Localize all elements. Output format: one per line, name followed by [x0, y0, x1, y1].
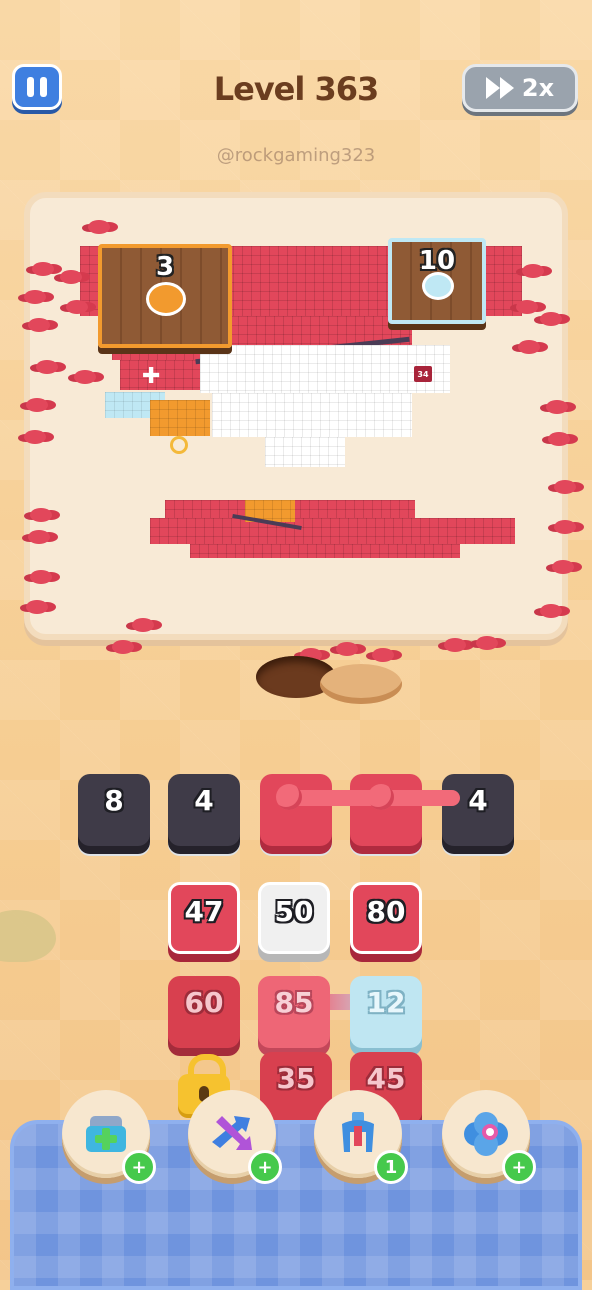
add-badge: + [122, 1150, 156, 1184]
add-badge: + [502, 1150, 536, 1184]
add-slot-icon [86, 1116, 126, 1152]
crate-knob-icon [146, 282, 186, 316]
crate-knob-icon [422, 272, 454, 300]
crate-cyan: 10 [388, 238, 486, 324]
powerup-magnet-claw-button[interactable]: 1 [314, 1090, 408, 1184]
queue-slot[interactable]: 4 [168, 774, 240, 846]
link-ball-icon [276, 784, 302, 810]
number-tile[interactable]: 47 [168, 882, 240, 954]
swap-icon [464, 1112, 508, 1156]
crate-count: 10 [418, 246, 456, 276]
number-tile-locked[interactable]: 60 [168, 976, 240, 1048]
queue-slot[interactable]: 4 [442, 774, 514, 846]
powerup-swap-button[interactable]: + [442, 1090, 536, 1184]
ant [88, 220, 110, 234]
number-tile-locked[interactable]: 85 [258, 976, 330, 1048]
speed-toggle-button[interactable]: 2x [462, 64, 578, 112]
crate-orange: 3 [98, 244, 232, 348]
crate-count: 3 [155, 252, 175, 282]
queue-slot-linked[interactable] [260, 774, 332, 846]
count-badge: 1 [374, 1150, 408, 1184]
speed-label: 2x [521, 74, 555, 102]
fast-forward-icon [485, 77, 514, 99]
pixel-count-badge: 34 [414, 366, 432, 382]
shuffle-icon [212, 1116, 252, 1150]
number-tile[interactable]: 50 [258, 882, 330, 954]
queue-slot[interactable]: 8 [78, 774, 150, 846]
pixel-region-orange [150, 400, 210, 436]
pixel-region-white [200, 345, 450, 393]
key-icon [170, 436, 188, 454]
number-tile[interactable]: 80 [350, 882, 422, 954]
watermark: @rockgaming323 [216, 145, 376, 166]
number-tile-locked[interactable]: 12 [350, 976, 422, 1048]
plus-marker-icon: ✚ [142, 364, 161, 389]
powerup-shuffle-button[interactable]: + [188, 1090, 282, 1184]
bread-icon [320, 664, 402, 704]
link-ball-icon [368, 784, 394, 810]
magnet-claw-icon [342, 1112, 374, 1152]
add-badge: + [248, 1150, 282, 1184]
powerup-add-slot-button[interactable]: + [62, 1090, 156, 1184]
